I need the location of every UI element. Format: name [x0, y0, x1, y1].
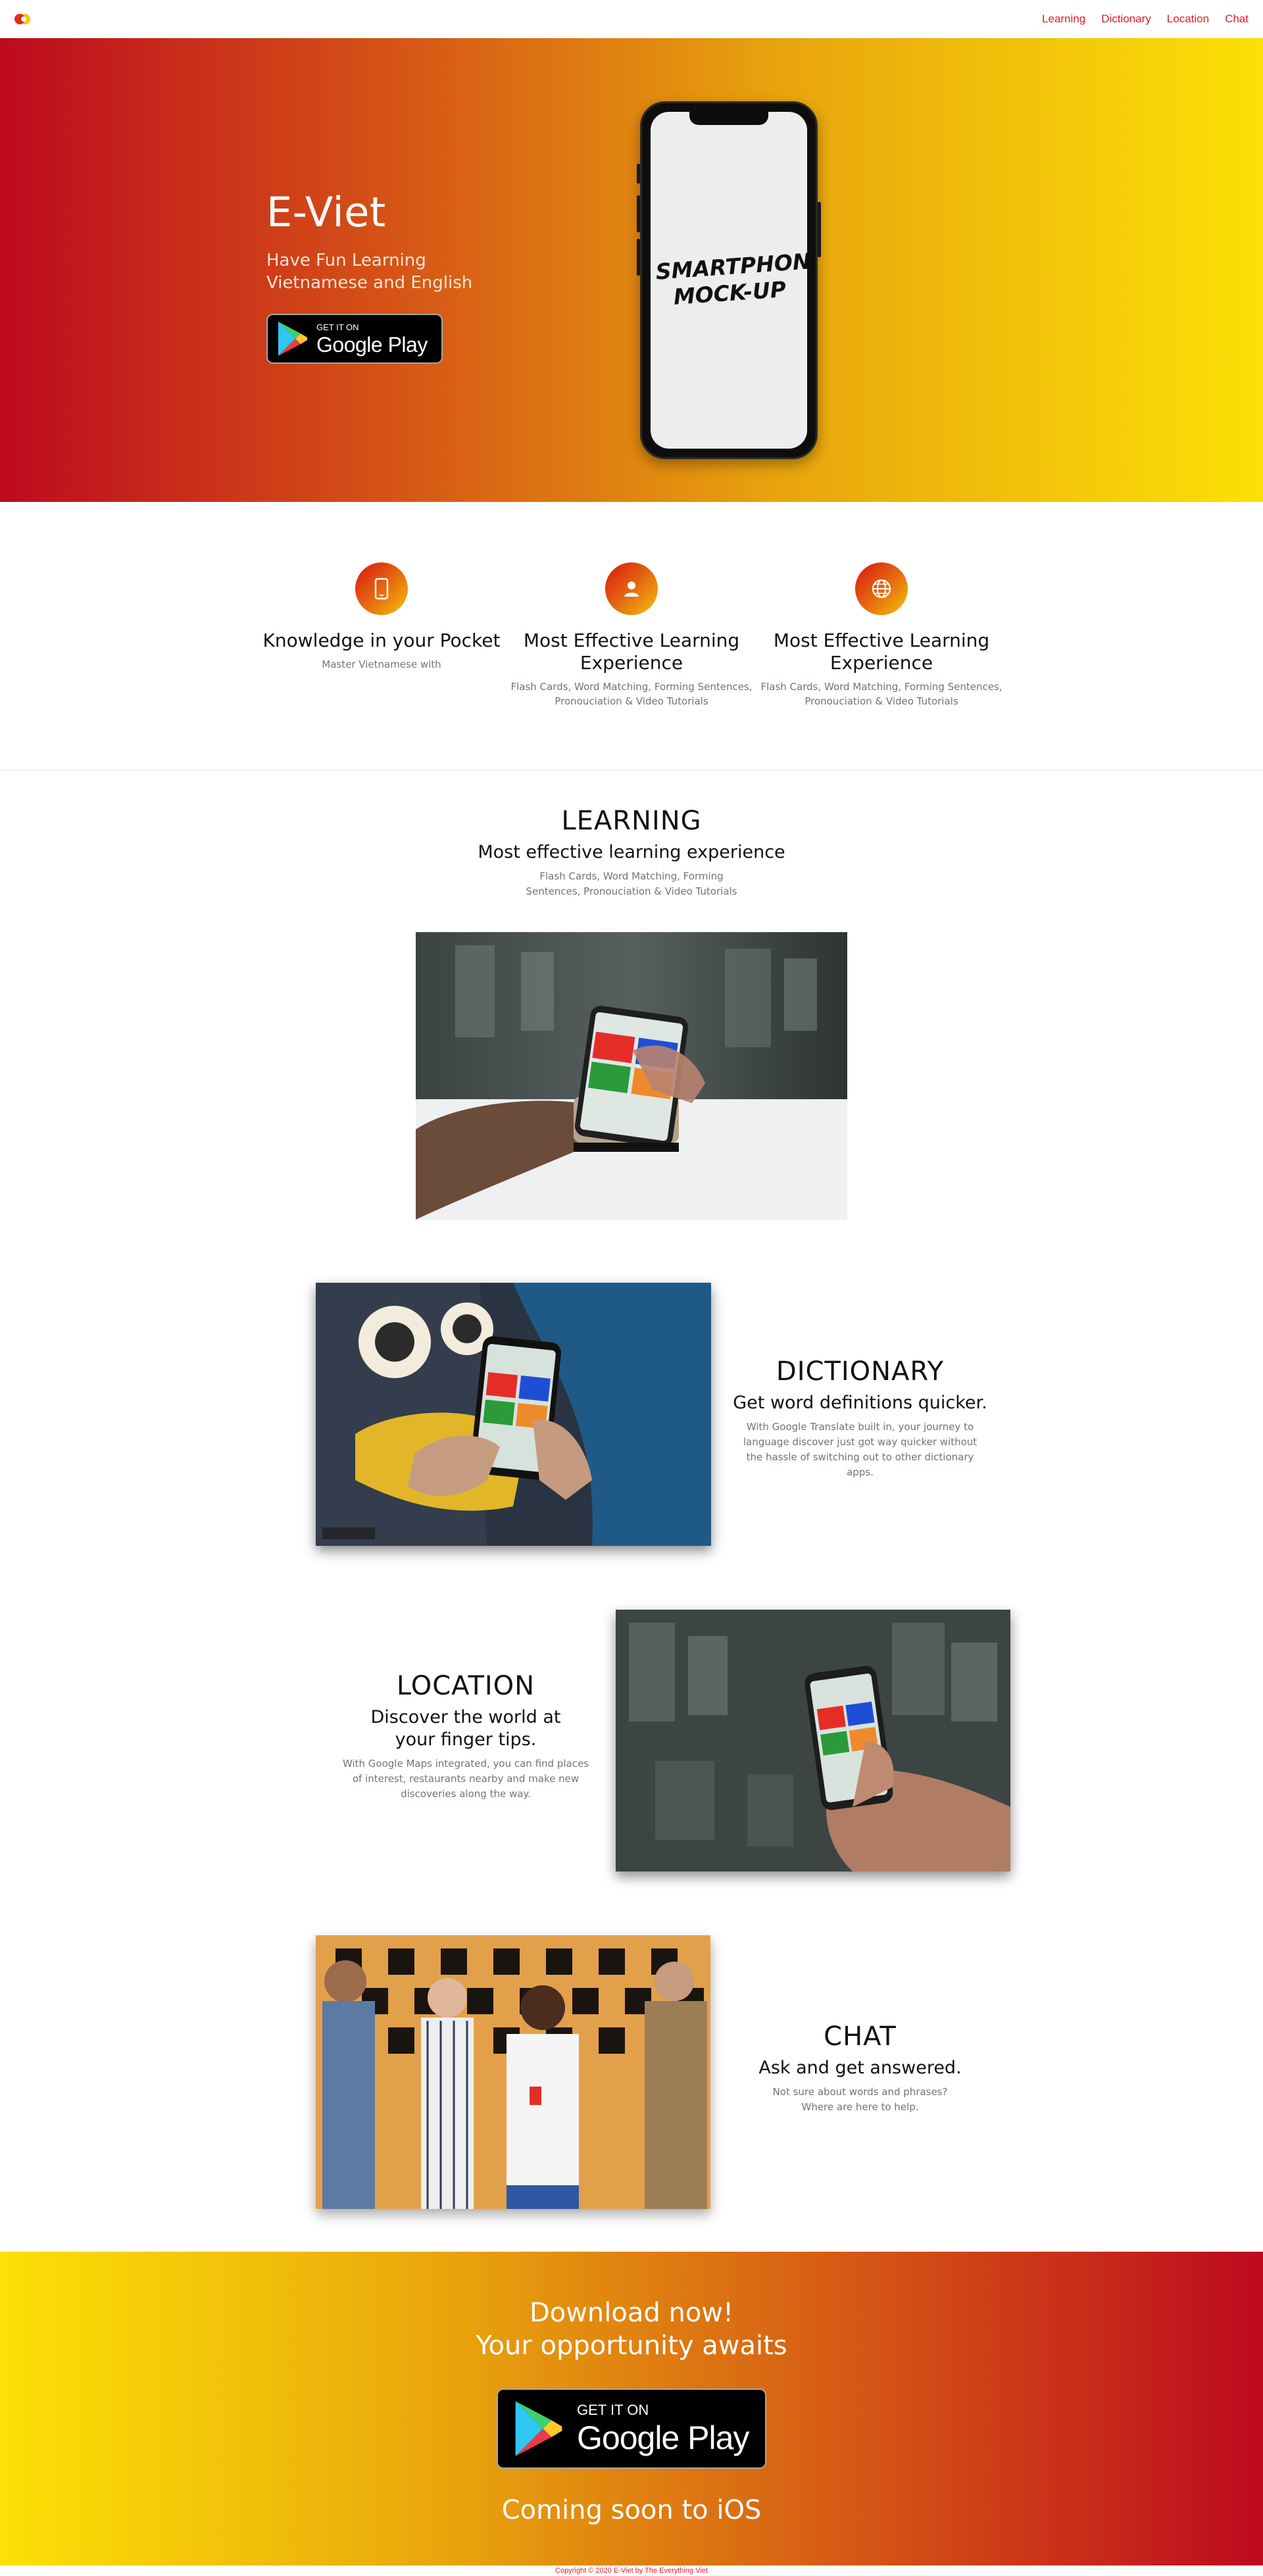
feature-desc: Flash Cards, Word Matching, Forming Sent…: [510, 681, 753, 707]
feature-title: Most Effective Learning Experience: [773, 630, 990, 674]
learning-subtitle: Most effective learning experience: [478, 842, 785, 862]
feature-learning-experience-2: Most Effective Learning Experience Flash…: [753, 562, 1010, 708]
cta-line2: Your opportunity awaits: [476, 2331, 787, 2361]
feature-icon-circle: [855, 562, 908, 615]
feature-desc: Flash Cards, Word Matching, Forming Sent…: [760, 681, 1003, 707]
cta-line1: Download now!: [529, 2298, 734, 2328]
badge-line1: GET IT ON: [316, 322, 359, 332]
phone-mockup-text: SMARTPHONE MOCK-UP: [655, 247, 807, 310]
feature-title: Knowledge in your Pocket: [262, 630, 501, 651]
feature-icon-circle: [355, 562, 408, 615]
badge-line2: Google Play: [316, 332, 428, 357]
footer-copyright: Copyright © 2020 E-Viet by The Everythin…: [555, 2567, 708, 2575]
learning-section: LEARNING Most effective learning experie…: [0, 806, 1263, 899]
chat-title: CHAT: [824, 2021, 897, 2052]
learning-desc: Flash Cards, Word Matching, Forming Sent…: [526, 870, 737, 897]
badge-line1: GET IT ON: [577, 2402, 649, 2418]
google-play-icon: [278, 322, 307, 356]
badge-line2: Google Play: [577, 2419, 749, 2456]
brand-logo[interactable]: [14, 12, 32, 26]
features-section: Knowledge in your Pocket Master Vietname…: [0, 562, 1263, 720]
hero-text: E-Viet Have Fun Learning Vietnamese and …: [266, 188, 503, 364]
dictionary-subtitle: Get word definitions quicker.: [733, 1393, 987, 1413]
google-play-badge-large[interactable]: GET IT ON Google Play: [497, 2389, 766, 2469]
dictionary-section: DICTIONARY Get word definitions quicker.…: [710, 1356, 1010, 1480]
chat-image: [316, 1935, 710, 2209]
nav-link-chat[interactable]: Chat: [1225, 12, 1249, 26]
hero-section: E-Viet Have Fun Learning Vietnamese and …: [0, 38, 1263, 502]
chat-section: CHAT Ask and get answered. Not sure abou…: [710, 2021, 1010, 2115]
download-cta-section: Download now! Your opportunity awaits GE…: [0, 2252, 1263, 2565]
location-title: LOCATION: [396, 1671, 535, 1701]
cta-heading: Download now! Your opportunity awaits: [0, 2252, 1263, 2362]
location-subtitle: Discover the world at your finger tips.: [370, 1707, 561, 1750]
nav-link-learning[interactable]: Learning: [1042, 12, 1085, 26]
location-section: LOCATION Discover the world at your fing…: [316, 1671, 616, 1802]
hero-title: E-Viet: [266, 188, 386, 236]
phone-screen: SMARTPHONE MOCK-UP: [651, 112, 807, 449]
ios-coming-soon: Coming soon to iOS: [501, 2495, 762, 2525]
dictionary-image: [316, 1283, 711, 1546]
dictionary-title: DICTIONARY: [776, 1356, 945, 1387]
nav-link-location[interactable]: Location: [1167, 12, 1209, 26]
google-play-icon: [515, 2401, 562, 2456]
hero-subtitle: Have Fun Learning Vietnamese and English: [266, 251, 473, 293]
learning-title: LEARNING: [561, 806, 702, 836]
chat-desc: Not sure about words and phrases? Where …: [772, 2086, 948, 2113]
globe-icon: [872, 579, 891, 599]
smartphone-icon: [374, 578, 389, 600]
feature-pocket: Knowledge in your Pocket Master Vietname…: [253, 562, 510, 672]
top-navbar: Learning Dictionary Location Chat: [0, 0, 1263, 38]
chat-subtitle: Ask and get answered.: [758, 2058, 962, 2078]
phone-notch: [689, 112, 768, 125]
feature-desc: Master Vietnamese with: [322, 658, 441, 670]
location-desc: With Google Maps integrated, you can fin…: [342, 1758, 589, 1800]
smartphone-mockup: SMARTPHONE MOCK-UP: [637, 101, 821, 459]
person-icon: [624, 582, 639, 597]
nav-links: Learning Dictionary Location Chat: [1042, 12, 1249, 26]
nav-link-dictionary[interactable]: Dictionary: [1101, 12, 1151, 26]
feature-title: Most Effective Learning Experience: [523, 630, 740, 674]
google-play-badge[interactable]: GET IT ON Google Play: [266, 314, 443, 364]
location-image: [616, 1610, 1010, 1871]
feature-learning-experience: Most Effective Learning Experience Flash…: [503, 562, 760, 708]
feature-icon-circle: [605, 562, 658, 615]
learning-image: [416, 932, 847, 1220]
dictionary-desc: With Google Translate built in, your jou…: [743, 1421, 978, 1478]
